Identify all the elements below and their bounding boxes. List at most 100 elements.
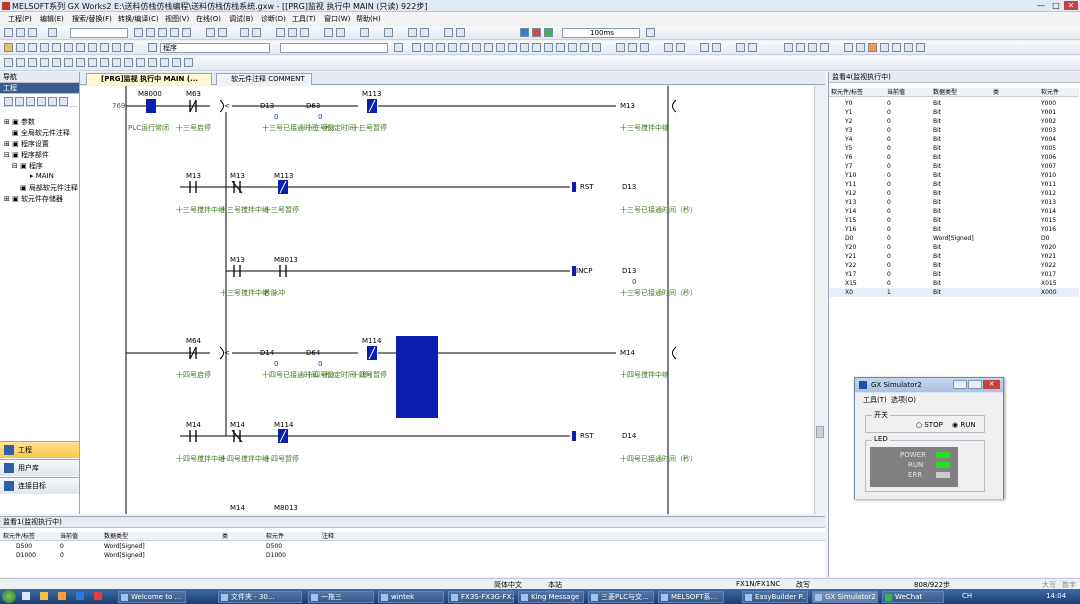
cut-icon[interactable]	[134, 28, 143, 37]
layout-icon-2[interactable]	[28, 43, 37, 52]
task-wintek[interactable]: wintek	[378, 591, 444, 603]
start-button[interactable]	[2, 590, 16, 603]
device-combo[interactable]	[280, 43, 388, 53]
nav-tool-icon-1[interactable]	[4, 97, 13, 106]
table-row[interactable]: X0 1 Bit X000	[829, 288, 1079, 297]
layout-icon-3[interactable]	[40, 43, 49, 52]
task-mitsubishi-plc[interactable]: 三菱PLC与交...	[588, 591, 654, 603]
toolbar-combo-1[interactable]	[70, 28, 128, 38]
menu-debug[interactable]: 调试(B)	[229, 14, 253, 24]
ladder-f10-icon[interactable]	[124, 58, 133, 67]
cascade-icon[interactable]	[444, 28, 453, 37]
coil-icon[interactable]	[460, 43, 469, 52]
menu-project[interactable]: 工程(P)	[8, 14, 32, 24]
save-icon[interactable]	[28, 28, 37, 37]
paste-icon[interactable]	[158, 28, 167, 37]
jump-icon[interactable]	[394, 43, 403, 52]
task-folder[interactable]: 文件夹 - 30...	[218, 591, 302, 603]
quicklaunch-icon-1[interactable]	[22, 592, 30, 600]
sim-maximize-button[interactable]	[968, 380, 982, 389]
statement-icon[interactable]	[628, 43, 637, 52]
options-icon[interactable]	[646, 28, 655, 37]
contact-or-icon[interactable]	[436, 43, 445, 52]
device-display-icon[interactable]	[700, 43, 709, 52]
nav-tool-icon-5[interactable]	[48, 97, 57, 106]
table-row[interactable]: Y6 0 Bit Y006	[829, 153, 1079, 162]
table-row[interactable]: D0 0 Word[Signed] D0	[829, 234, 1079, 243]
cross-ref-icon[interactable]	[736, 43, 745, 52]
ladder-cf9-icon[interactable]	[100, 58, 109, 67]
search-icon[interactable]	[148, 43, 157, 52]
layout-icon-1[interactable]	[16, 43, 25, 52]
layout-icon-6[interactable]	[76, 43, 85, 52]
read-plc-icon[interactable]	[276, 28, 285, 37]
quicklaunch-icon-3[interactable]	[58, 592, 66, 600]
ladder-icon-d[interactable]	[892, 43, 901, 52]
tile-icon[interactable]	[456, 28, 465, 37]
quicklaunch-icon-5[interactable]	[94, 592, 102, 600]
tree-item-pou[interactable]: ⊟ ▣ 程序部件	[4, 150, 49, 160]
scan-time-combo[interactable]: 100ms	[562, 28, 640, 38]
ladder-editor[interactable]: 769 < < M8000 M63 M113 D13 D63 0 0 M13 P…	[80, 86, 814, 514]
table-row[interactable]: Y5 0 Bit Y005	[829, 144, 1079, 153]
menu-tools[interactable]: 工具(T)	[292, 14, 316, 24]
hline-icon[interactable]	[484, 43, 493, 52]
vline-icon[interactable]	[496, 43, 505, 52]
task-fx3s[interactable]: FX3S-FX3G-FX...	[448, 591, 514, 603]
task-welcome[interactable]: Welcome to ...	[118, 591, 186, 603]
table-row[interactable]: Y0 0 Bit Y000	[829, 99, 1079, 108]
nav-tool-icon-3[interactable]	[26, 97, 35, 106]
write-plc-icon[interactable]	[288, 28, 297, 37]
convert-all-icon[interactable]	[252, 28, 261, 37]
ladder-f9-icon[interactable]	[76, 58, 85, 67]
ladder-icon-e[interactable]	[916, 43, 925, 52]
pulse-or-icon[interactable]	[544, 43, 553, 52]
task-easybuilder[interactable]: EasyBuilder P...	[742, 591, 808, 603]
used-list-icon[interactable]	[748, 43, 757, 52]
ladder-sf6-icon[interactable]	[40, 58, 49, 67]
redo-icon[interactable]	[182, 28, 191, 37]
layout-icon-10[interactable]	[124, 43, 133, 52]
close-button[interactable]: ✕	[1064, 1, 1078, 10]
tab-device-comment[interactable]: 软元件注释 COMMENT	[216, 73, 312, 85]
nav-button-project[interactable]: 工程	[0, 441, 79, 458]
replace-icon[interactable]	[218, 28, 227, 37]
pulse-down-icon[interactable]	[532, 43, 541, 52]
maximize-button[interactable]: □	[1049, 1, 1063, 10]
zoom-out-icon[interactable]	[676, 43, 685, 52]
stop-radio[interactable]: ○ STOP	[916, 421, 943, 429]
table-row[interactable]: Y12 0 Bit Y012	[829, 189, 1079, 198]
sim-minimize-button[interactable]	[953, 380, 967, 389]
clock[interactable]: 14:04	[1046, 592, 1066, 600]
layout-icon-9[interactable]	[112, 43, 121, 52]
read-mode-icon[interactable]	[808, 43, 817, 52]
diag-icon[interactable]	[384, 28, 393, 37]
ladder-f7-icon[interactable]	[52, 58, 61, 67]
ime-indicator[interactable]: CH	[962, 592, 972, 600]
invert-icon[interactable]	[556, 43, 565, 52]
menu-online[interactable]: 在线(O)	[196, 14, 221, 24]
magnify-icon[interactable]	[904, 43, 913, 52]
menu-window[interactable]: 窗口(W)	[324, 14, 350, 24]
tool-icon[interactable]	[408, 28, 417, 37]
new-project-icon[interactable]	[4, 28, 13, 37]
tab-main-monitor[interactable]: [PRG]监视 执行中 MAIN (...	[86, 73, 212, 85]
program-combo[interactable]: 程序	[160, 43, 270, 53]
layout-icon-5[interactable]	[64, 43, 73, 52]
table-row[interactable]: Y3 0 Bit Y003	[829, 126, 1079, 135]
tree-item-parameter[interactable]: ⊞ ▣ 参数	[4, 117, 35, 127]
nav-button-connection[interactable]: 连接目标	[0, 477, 79, 494]
table-row[interactable]: Y20 0 Bit Y020	[829, 243, 1079, 252]
table-row[interactable]: X15 0 Bit X015	[829, 279, 1079, 288]
monitor-mode-icon[interactable]	[784, 43, 793, 52]
ladder-f6-icon[interactable]	[16, 58, 25, 67]
ladder-f8-icon[interactable]	[64, 58, 73, 67]
monitor-start-icon[interactable]	[324, 28, 333, 37]
comment-icon[interactable]	[616, 43, 625, 52]
copy-icon[interactable]	[146, 28, 155, 37]
ladder-saf8-icon[interactable]	[184, 58, 193, 67]
ladder-icon-a[interactable]	[844, 43, 853, 52]
line-erase-icon[interactable]	[592, 43, 601, 52]
sim-menu-options[interactable]: 选项(O)	[891, 395, 916, 405]
quicklaunch-icon-2[interactable]	[40, 592, 48, 600]
